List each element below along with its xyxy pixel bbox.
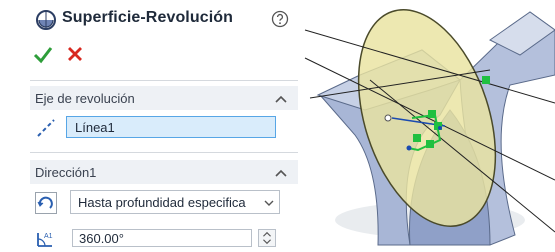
divider xyxy=(30,80,298,81)
sketch-relation-marker xyxy=(413,134,421,142)
angle-icon: A1 xyxy=(37,233,53,247)
collapse-caret-icon[interactable] xyxy=(275,94,287,104)
end-condition-select[interactable]: Hasta profundidad especifica xyxy=(70,190,280,214)
sketch-relation-marker xyxy=(428,110,436,118)
sketch-relation-marker xyxy=(426,140,434,148)
direction-section-title: Dirección1 xyxy=(35,165,97,180)
help-circle-icon[interactable] xyxy=(271,10,289,28)
svg-text:A1: A1 xyxy=(44,233,53,240)
angle-spinner[interactable] xyxy=(258,229,276,247)
chevron-down-icon xyxy=(264,200,274,206)
graphics-viewport[interactable] xyxy=(300,0,555,247)
revolved-surface-icon xyxy=(36,10,56,30)
panel-header: Superficie-Revolución xyxy=(0,0,300,80)
model-graphics xyxy=(304,9,555,246)
end-condition-value: Hasta profundidad especifica xyxy=(78,195,246,210)
axis-selection-value: Línea1 xyxy=(75,120,115,135)
collapse-caret-icon[interactable] xyxy=(275,168,287,178)
reverse-direction-icon[interactable] xyxy=(35,192,57,214)
property-manager-panel: Superficie-Revolución Eje de revolución … xyxy=(0,0,300,247)
divider xyxy=(30,152,298,153)
axis-section-title: Eje de revolución xyxy=(35,91,135,106)
axis-selection-field[interactable]: Línea1 xyxy=(66,116,276,138)
sketch-point xyxy=(438,126,442,130)
axis-line-icon xyxy=(37,119,55,137)
angle-input[interactable]: 360.00° xyxy=(72,229,252,247)
sketch-relation-marker xyxy=(482,76,490,84)
checkmark-icon[interactable] xyxy=(33,45,53,65)
close-icon[interactable] xyxy=(66,45,84,63)
panel-title: Superficie-Revolución xyxy=(62,9,234,26)
spinner-arrows-icon xyxy=(263,231,271,245)
origin-point xyxy=(384,114,392,122)
sketch-point xyxy=(406,145,412,151)
angle-value: 360.00° xyxy=(79,231,124,246)
